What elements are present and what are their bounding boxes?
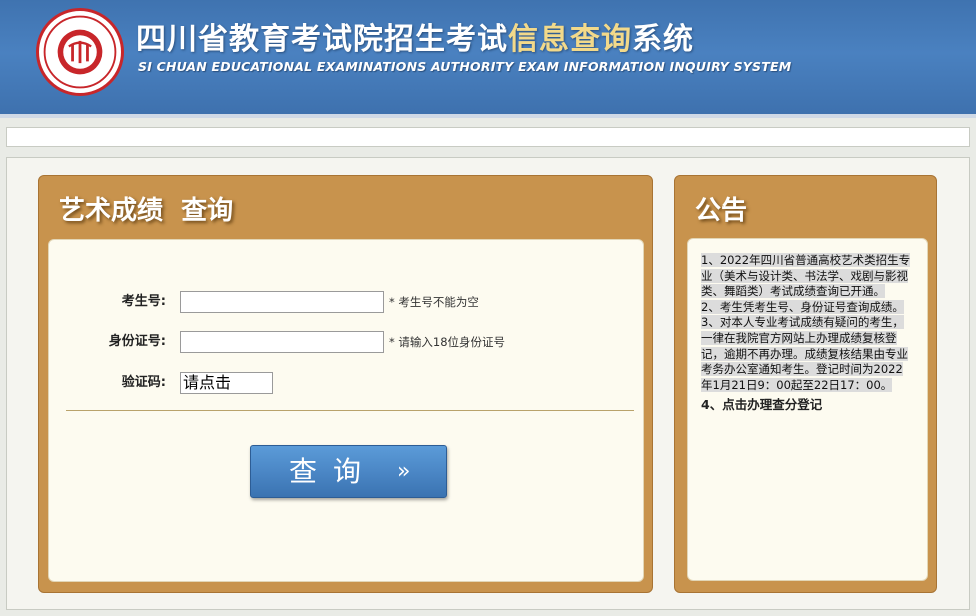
notice-panel: 公告 1、2022年四川省普通高校艺术类招生专业（美术与设计类、书法学、戏剧与影… <box>674 175 937 593</box>
double-chevron-right-icon: » <box>397 459 411 484</box>
exam-no-label: 考生号: <box>121 294 166 309</box>
notice-panel-title: 公告 <box>695 196 748 226</box>
captcha-button[interactable]: 请点击 <box>180 372 273 394</box>
site-header: 四川省教育考试院招生考试信息查询系统 SI CHUAN EDUCATIONAL … <box>0 0 976 118</box>
site-subtitle: SI CHUAN EDUCATIONAL EXAMINATIONS AUTHOR… <box>138 59 792 74</box>
captcha-label: 验证码: <box>121 375 166 390</box>
id-label: 身份证号: <box>108 334 166 349</box>
notice-list: 1、2022年四川省普通高校艺术类招生专业（美术与设计类、书法学、戏剧与影视类、… <box>701 253 914 413</box>
query-button[interactable]: 查询 » <box>250 445 447 498</box>
notice-content: 1、2022年四川省普通高校艺术类招生专业（美术与设计类、书法学、戏剧与影视类、… <box>687 238 928 581</box>
exam-no-input[interactable] <box>180 291 384 313</box>
site-title-highlight: 信息查询 <box>508 22 632 57</box>
notice-item: 1、2022年四川省普通高校艺术类招生专业（美术与设计类、书法学、戏剧与影视类、… <box>701 253 911 299</box>
exam-no-row: 考生号: * 考生号不能为空 <box>49 291 643 315</box>
notice-item: 3、对本人专业考试成绩有疑问的考生，一律在我院官方网站上办理成绩复核登记，逾期不… <box>701 315 908 392</box>
nav-bar <box>6 127 970 147</box>
exam-no-hint: * 考生号不能为空 <box>389 295 479 309</box>
captcha-row: 验证码: 请点击 <box>49 372 643 396</box>
authority-seal-icon <box>36 8 124 96</box>
query-panel: 艺术成绩 查询 考生号: * 考生号不能为空 身份证号: * 请输入18位身份证… <box>38 175 653 593</box>
id-row: 身份证号: * 请输入18位身份证号 <box>49 331 643 355</box>
site-title: 四川省教育考试院招生考试信息查询系统 <box>136 22 694 57</box>
register-link[interactable]: 4、点击办理查分登记 <box>701 397 914 413</box>
query-button-label: 查询 <box>289 455 378 488</box>
notice-item: 2、考生凭考生号、身份证号查询成绩。 <box>701 299 904 314</box>
form-divider <box>66 410 634 411</box>
query-panel-title: 艺术成绩 查询 <box>59 196 234 226</box>
id-hint: * 请输入18位身份证号 <box>389 335 506 349</box>
query-form: 考生号: * 考生号不能为空 身份证号: * 请输入18位身份证号 验证码: 请… <box>48 239 644 582</box>
id-input[interactable] <box>180 331 384 353</box>
